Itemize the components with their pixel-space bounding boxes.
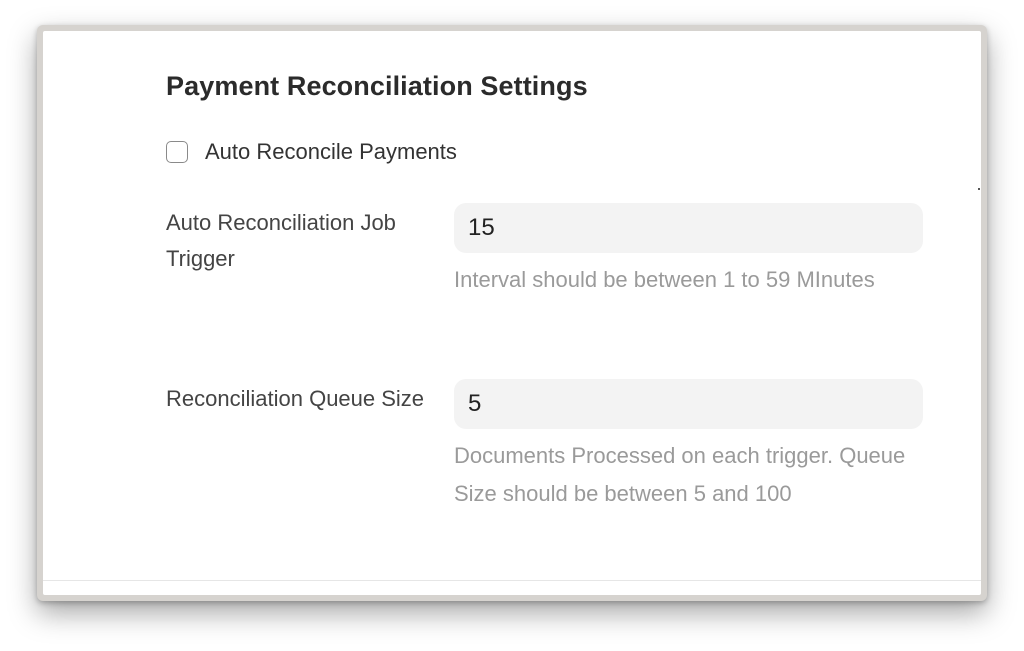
auto-reconcile-toggle[interactable]: Auto Reconcile Payments	[166, 139, 457, 165]
section-title: Payment Reconciliation Settings	[166, 71, 588, 101]
queue-size-input[interactable]	[454, 379, 923, 429]
queue-size-help: Documents Processed on each trigger. Que…	[454, 443, 906, 506]
scroll-marker	[978, 188, 980, 190]
settings-window: Payment Reconciliation Settings Auto Rec…	[37, 25, 987, 601]
job-trigger-help: Interval should be between 1 to 59 MInut…	[454, 267, 875, 292]
auto-reconcile-label: Auto Reconcile Payments	[205, 139, 457, 164]
bottom-divider	[43, 580, 981, 581]
queue-size-label: Reconciliation Queue Size	[166, 386, 425, 411]
auto-reconcile-checkbox[interactable]	[166, 141, 188, 163]
job-trigger-label: Auto Reconciliation Job Trigger	[166, 210, 396, 271]
job-trigger-input[interactable]	[454, 203, 923, 253]
settings-panel: Payment Reconciliation Settings Auto Rec…	[43, 31, 981, 595]
